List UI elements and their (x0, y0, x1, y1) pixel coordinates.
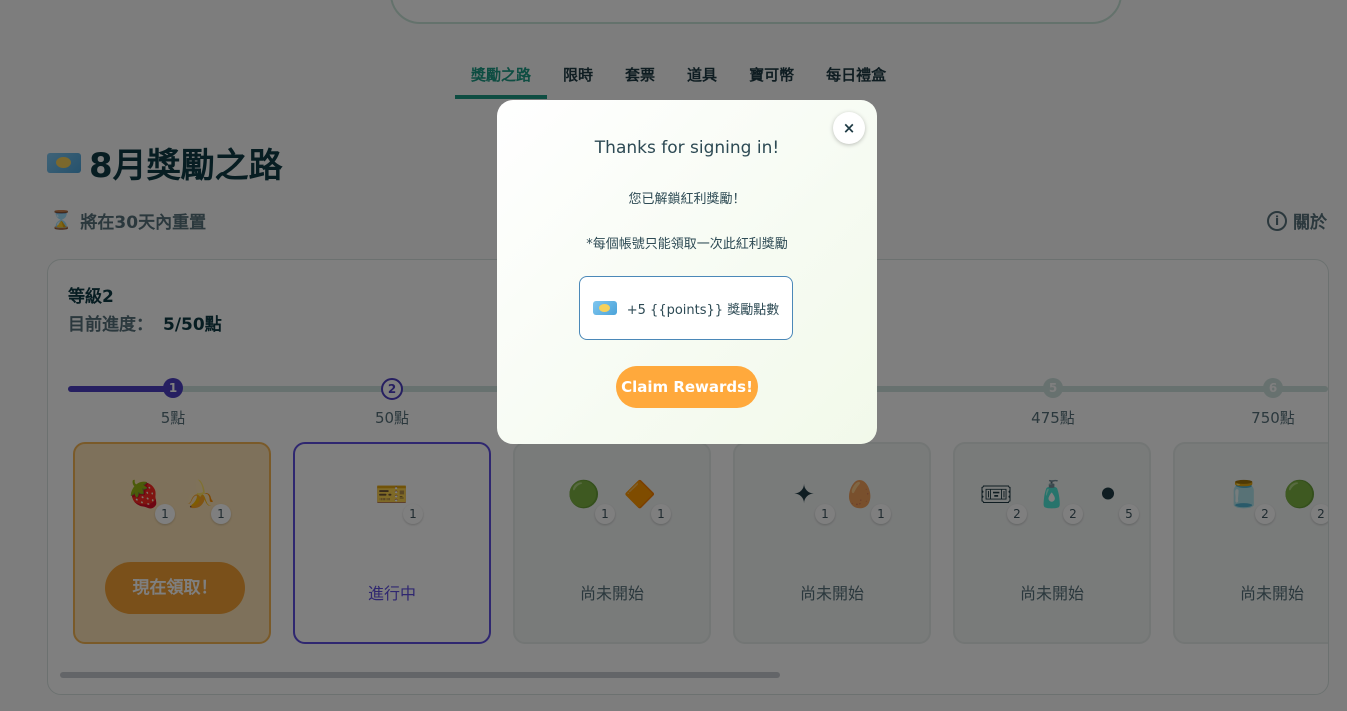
reward-box: +5 {{points}} 獎勵點數 (579, 276, 793, 340)
modal-subtitle: 您已解鎖紅利獎勵！ (628, 192, 746, 207)
sign-in-bonus-modal: × Thanks for signing in! 您已解鎖紅利獎勵！ *每個帳號… (497, 100, 877, 444)
ticket-icon (592, 301, 617, 315)
modal-title: Thanks for signing in! (594, 138, 780, 158)
reward-text: +5 {{points}} 獎勵點數 (626, 302, 780, 318)
claim-rewards-button[interactable]: Claim Rewards! (616, 366, 758, 408)
modal-note: *每個帳號只能領取一次此紅利獎勵 (586, 237, 788, 252)
